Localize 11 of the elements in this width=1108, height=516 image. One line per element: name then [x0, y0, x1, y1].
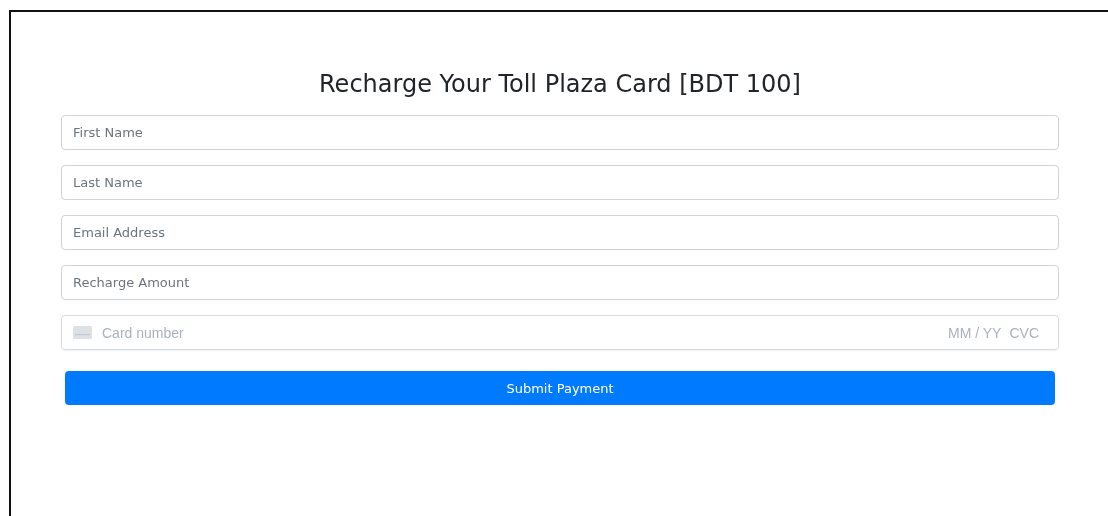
input-field[interactable]: Email Address: [61, 215, 1059, 250]
input-field[interactable]: Recharge Amount: [61, 265, 1059, 300]
card-field[interactable]: Card number MM / YY CVC: [61, 315, 1059, 350]
cvc-placeholder: CVC: [1009, 324, 1039, 341]
page-title: Recharge Your Toll Plaza Card [BDT 100]: [318, 70, 802, 98]
input-field[interactable]: Last Name: [61, 165, 1059, 200]
input-field[interactable]: First Name: [61, 115, 1059, 150]
credit-card-icon: [73, 326, 92, 339]
card-number-input[interactable]: Card number: [102, 324, 938, 341]
expiry-placeholder: MM / YY: [948, 324, 1002, 341]
submit-payment-button[interactable]: Submit Payment: [65, 371, 1055, 405]
